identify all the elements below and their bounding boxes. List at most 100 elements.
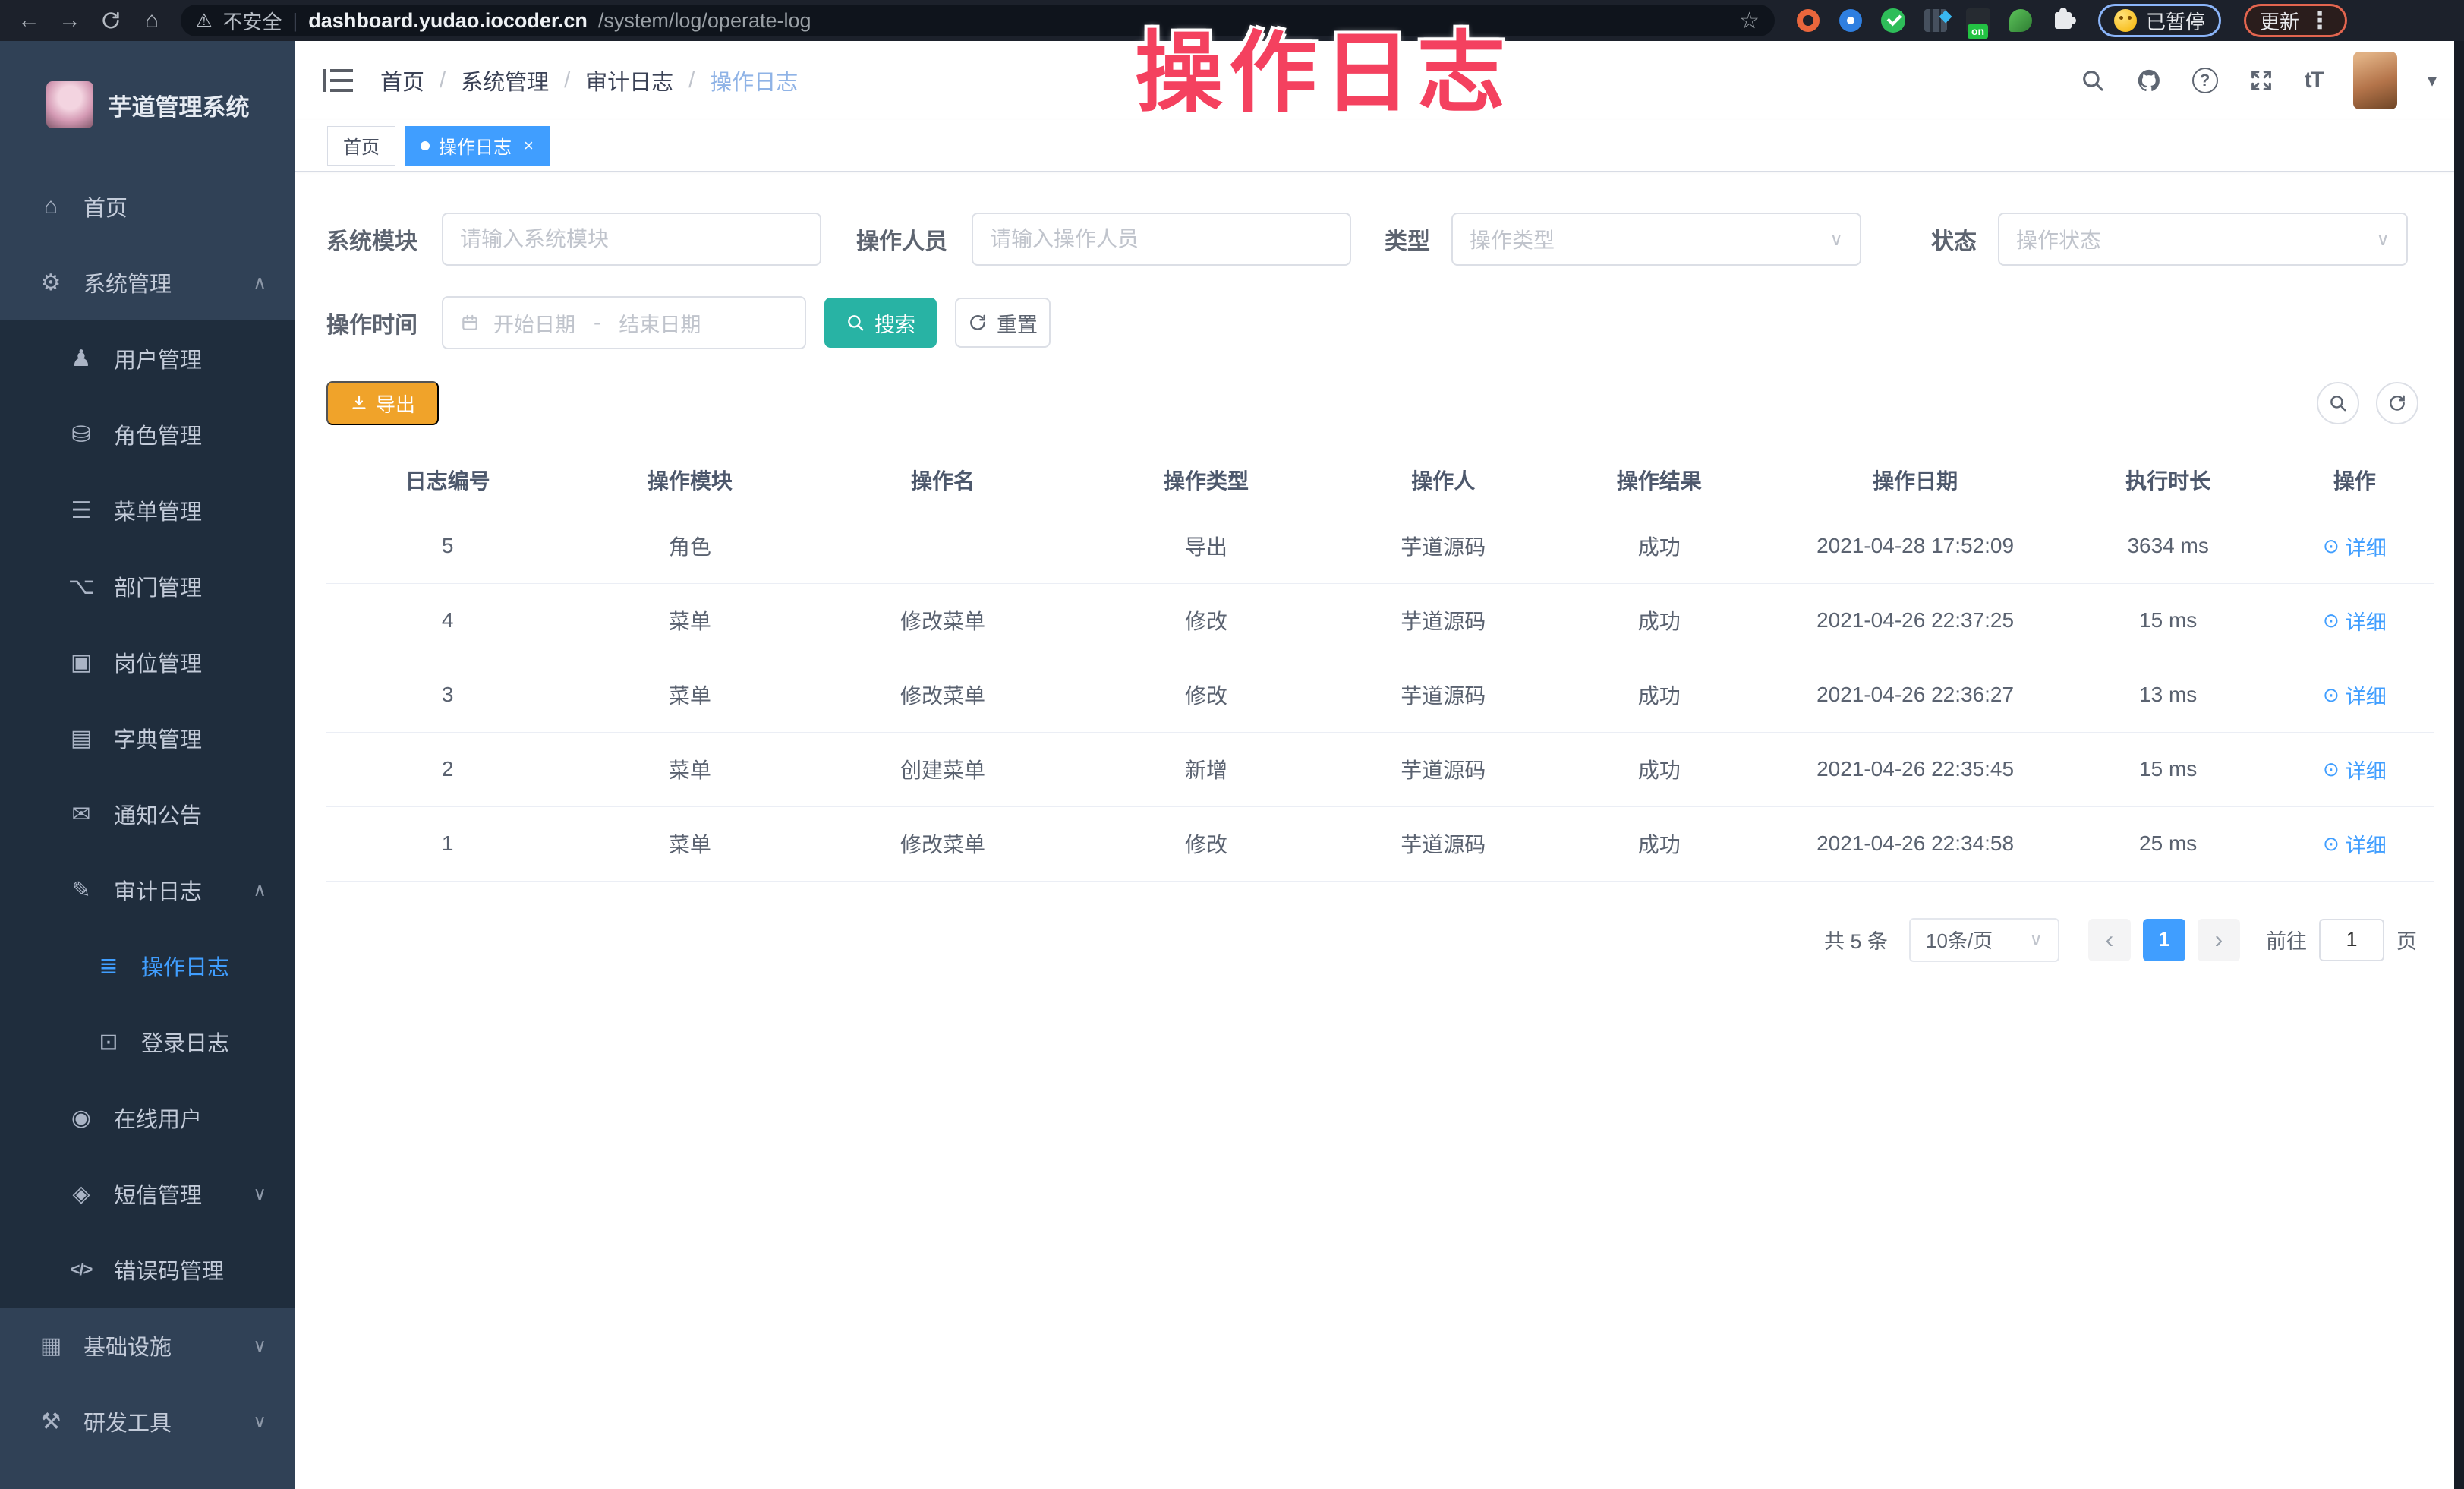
search-button[interactable]: 搜索 [824,298,937,348]
dashboard-icon: ⌂ [33,194,68,219]
list-icon: ☰ [64,497,99,524]
login-log-icon: ⊡ [91,1029,126,1055]
browser-menu-icon[interactable]: ⋮ [2308,8,2331,34]
cell-result: 成功 [1549,583,1769,658]
search-icon[interactable] [2080,68,2106,93]
sidebar-item-dept-mgmt[interactable]: ⌥ 部门管理 [0,548,295,624]
detail-link[interactable]: ⊙详细 [2323,680,2387,710]
cell-result: 成功 [1549,806,1769,881]
message-icon: ✉ [64,801,99,828]
address-bar[interactable]: ⚠ 不安全 | dashboard.yudao.iocoder.cn /syst… [181,5,1775,36]
sidebar-item-role-mgmt[interactable]: ⛁ 角色管理 [0,396,295,472]
next-page-button[interactable]: › [2198,919,2240,961]
extensions-puzzle-icon[interactable] [2050,7,2077,34]
extension-switch-icon[interactable]: on [1965,7,1992,34]
cell-operator: 芋道源码 [1338,806,1549,881]
sidebar-item-notice[interactable]: ✉ 通知公告 [0,776,295,852]
close-tab-icon[interactable]: × [524,136,534,156]
extension-check-icon[interactable] [1880,7,1907,34]
github-icon[interactable] [2136,68,2162,93]
detail-link-label: 详细 [2346,606,2387,636]
help-icon[interactable]: ? [2192,68,2218,93]
user-icon: ♟ [64,345,99,372]
type-select[interactable]: 操作类型 ∨ [1451,213,1861,266]
breadcrumb-home[interactable]: 首页 [380,65,424,96]
chevron-up-icon: ∧ [253,272,266,294]
tab-operate-log[interactable]: 操作日志 × [405,126,550,166]
extension-pin-icon[interactable] [1837,7,1864,34]
tab-home[interactable]: 首页 [327,126,395,166]
operator-label: 操作人员 [856,222,953,256]
security-label: 不安全 [223,7,282,35]
breadcrumb-separator: / [688,68,695,93]
breadcrumb-system[interactable]: 系统管理 [461,65,549,96]
badge-icon: ▣ [64,649,99,676]
sidebar-item-error-code[interactable]: </> 错误码管理 [0,1232,295,1308]
cell-result: 成功 [1549,658,1769,732]
detail-link[interactable]: ⊙详细 [2323,606,2387,636]
extension-leaf-icon[interactable] [2007,7,2034,34]
sidebar-item-user-mgmt[interactable]: ♟ 用户管理 [0,320,295,396]
export-button[interactable]: 导出 [326,381,439,425]
prev-page-button[interactable]: ‹ [2088,919,2131,961]
user-avatar[interactable] [2353,52,2397,109]
sidebar-item-label: 登录日志 [141,1026,229,1058]
cell-name [811,509,1074,583]
sidebar-item-post-mgmt[interactable]: ▣ 岗位管理 [0,624,295,700]
browser-reload-button[interactable] [94,4,128,37]
breadcrumb-audit[interactable]: 审计日志 [585,65,673,96]
sidebar-item-operate-log[interactable]: ≣ 操作日志 [0,928,295,1004]
date-range-picker[interactable]: 开始日期 - 结束日期 [442,296,806,349]
type-label: 类型 [1385,222,1433,256]
sidebar-item-sms-mgmt[interactable]: ◈ 短信管理 ∨ [0,1156,295,1232]
bookmark-star-icon[interactable]: ☆ [1739,8,1760,34]
detail-link[interactable]: ⊙详细 [2323,829,2387,859]
start-date-placeholder[interactable]: 开始日期 [493,308,575,338]
refresh-table-button[interactable] [2376,382,2418,424]
browser-home-button[interactable]: ⌂ [135,4,169,37]
goto-page: 前往 页 [2266,919,2417,961]
fullscreen-icon[interactable] [2248,68,2274,93]
status-select[interactable]: 操作状态 ∨ [1998,213,2408,266]
end-date-placeholder[interactable]: 结束日期 [619,308,701,338]
browser-forward-button[interactable]: → [53,4,87,37]
avatar-caret-icon[interactable]: ▾ [2428,70,2437,92]
sidebar-item-dev-tools[interactable]: ⚒ 研发工具 ∨ [0,1383,295,1459]
tab-label: 操作日志 [439,132,512,159]
detail-link[interactable]: ⊙详细 [2323,532,2387,561]
sidebar-item-online-users[interactable]: ◉ 在线用户 [0,1080,295,1156]
sidebar-item-infrastructure[interactable]: ▦ 基础设施 ∨ [0,1308,295,1383]
show-search-toggle-button[interactable] [2317,382,2359,424]
operator-input-wrap [972,213,1351,266]
browser-back-button[interactable]: ← [12,4,46,37]
sidebar-item-dict-mgmt[interactable]: ▤ 字典管理 [0,700,295,776]
extension-ring-icon[interactable] [1794,7,1822,34]
update-label: 更新 [2260,7,2299,35]
page-size-select[interactable]: 10条/页 ∨ [1909,918,2059,962]
browser-update-button[interactable]: 更新 ⋮ [2244,4,2347,37]
profile-paused-button[interactable]: 已暂停 [2098,4,2221,37]
module-input[interactable] [460,227,803,251]
sidebar-item-login-log[interactable]: ⊡ 登录日志 [0,1004,295,1080]
sidebar-item-system-mgmt[interactable]: ⚙ 系统管理 ∧ [0,244,295,320]
sidebar-item-home[interactable]: ⌂ 首页 [0,169,295,244]
detail-link-label: 详细 [2346,829,2387,859]
collapse-sidebar-icon[interactable] [323,69,353,92]
cell-name: 修改菜单 [811,806,1074,881]
detail-link-label: 详细 [2346,532,2387,561]
cell-duration: 13 ms [2061,658,2276,732]
sidebar-item-menu-mgmt[interactable]: ☰ 菜单管理 [0,472,295,548]
sidebar-item-audit-log[interactable]: ✎ 审计日志 ∧ [0,852,295,928]
current-page-button[interactable]: 1 [2143,919,2185,961]
extension-columns-icon[interactable] [1922,7,1949,34]
cell-duration: 25 ms [2061,806,2276,881]
goto-page-input[interactable] [2319,919,2384,961]
book-icon: ▤ [64,725,99,752]
detail-link[interactable]: ⊙详细 [2323,755,2387,784]
operator-input[interactable] [990,227,1333,251]
font-size-icon[interactable]: tT [2305,68,2323,93]
online-icon: ◉ [64,1105,99,1131]
filter-time: 操作时间 开始日期 - 结束日期 [326,296,806,349]
reset-button[interactable]: 重置 [955,298,1051,348]
app-logo[interactable]: 芋道管理系统 [0,41,295,169]
